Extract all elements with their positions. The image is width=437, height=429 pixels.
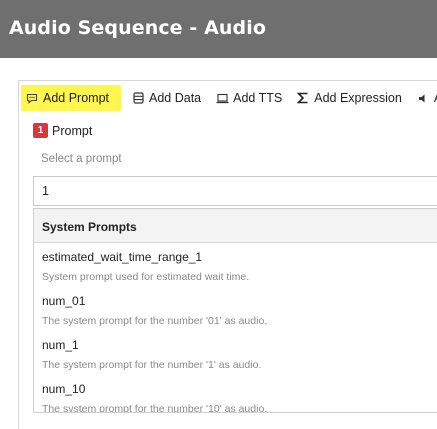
- prompt-search-input[interactable]: [33, 176, 437, 206]
- add-data-button[interactable]: Add Data: [127, 85, 205, 111]
- prompt-name: num_10: [42, 382, 86, 396]
- database-icon: [131, 92, 145, 104]
- prompt-name: num_01: [42, 294, 86, 308]
- speaker-icon: [416, 93, 430, 104]
- step-badge: 1: [33, 123, 48, 138]
- sigma-icon: [296, 92, 310, 104]
- audio-sequence-panel: Add Prompt Add Data Add TTS Add Expressi…: [18, 80, 437, 429]
- list-item[interactable]: estimated_wait_time_range_1 System promp…: [34, 243, 437, 287]
- prompt-section-label: Prompt: [52, 123, 93, 138]
- add-audio-button[interactable]: A: [412, 85, 437, 111]
- select-prompt-hint: Select a prompt: [41, 153, 122, 165]
- prompt-description: The system prompt for the number '1' as …: [42, 359, 262, 371]
- speech-bubble-icon: [25, 93, 39, 104]
- prompt-description: System prompt used for estimated wait ti…: [42, 271, 250, 283]
- toolbar: Add Prompt Add Data Add TTS Add Expressi…: [19, 81, 437, 115]
- system-prompts-list: System Prompts estimated_wait_time_range…: [33, 208, 437, 413]
- add-data-label: Add Data: [149, 91, 202, 105]
- list-item[interactable]: num_10 The system prompt for the number …: [34, 375, 437, 413]
- prompt-section-header: 1 Prompt: [33, 123, 92, 138]
- list-item[interactable]: num_01 The system prompt for the number …: [34, 287, 437, 331]
- add-expression-label: Add Expression: [314, 91, 402, 105]
- add-tts-label: Add TTS: [233, 91, 283, 105]
- prompt-name: num_1: [42, 338, 79, 352]
- add-prompt-label: Add Prompt: [43, 91, 110, 105]
- laptop-icon: [215, 93, 229, 104]
- list-item[interactable]: num_1 The system prompt for the number '…: [34, 331, 437, 375]
- add-tts-button[interactable]: Add TTS: [211, 85, 286, 111]
- prompt-name: estimated_wait_time_range_1: [42, 250, 203, 264]
- prompt-description: The system prompt for the number '10' as…: [42, 403, 268, 413]
- list-header: System Prompts: [34, 209, 437, 243]
- window-title: Audio Sequence - Audio: [0, 0, 437, 58]
- prompt-description: The system prompt for the number '01' as…: [42, 315, 268, 327]
- add-prompt-button[interactable]: Add Prompt: [21, 85, 122, 111]
- add-expression-button[interactable]: Add Expression: [292, 85, 406, 111]
